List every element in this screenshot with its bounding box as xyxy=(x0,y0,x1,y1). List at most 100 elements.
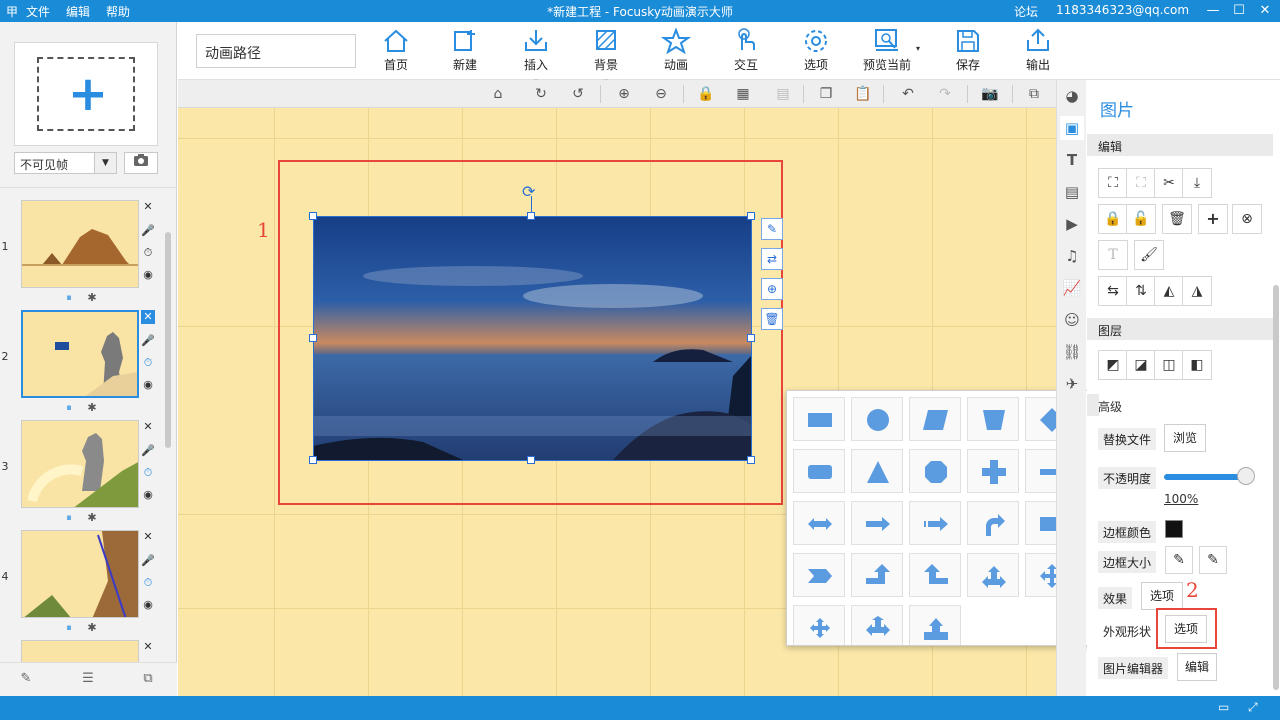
delete-icon[interactable]: 🗑 xyxy=(761,308,783,330)
resize-handle[interactable] xyxy=(747,456,755,464)
shape-parallelogram-option[interactable] xyxy=(909,397,961,441)
frame-item[interactable]: 4 ✕ 🎤 ⏱ ◉ ⏸ ✱ xyxy=(0,530,160,640)
text-icon[interactable]: T xyxy=(1060,148,1084,172)
shape-left-right-up-arrow-option[interactable] xyxy=(851,605,903,645)
chevron-down-icon[interactable]: ▼ xyxy=(94,153,116,173)
close-icon[interactable]: ✕ xyxy=(141,420,155,434)
pause-icon[interactable]: ⏸ xyxy=(62,511,76,525)
music-icon[interactable]: ♫ xyxy=(1060,244,1084,268)
fullscreen-icon[interactable]: ⤢ xyxy=(1248,700,1258,715)
panel-scrollbar[interactable] xyxy=(1273,285,1279,690)
lock-icon[interactable]: 🔒 xyxy=(1098,204,1128,234)
selected-image[interactable] xyxy=(313,216,751,460)
add-icon[interactable]: + xyxy=(1198,204,1228,234)
shape-rectangle-option[interactable] xyxy=(793,397,845,441)
card-icon[interactable]: ▤ xyxy=(1060,180,1084,204)
gear-icon[interactable]: ✱ xyxy=(85,511,99,525)
shape-bent-left-arrow-option[interactable] xyxy=(909,553,961,597)
microphone-icon[interactable]: 🎤 xyxy=(141,334,155,348)
format-brush-icon[interactable]: 🖌 xyxy=(1134,240,1164,270)
bring-to-front-icon[interactable]: ◩ xyxy=(1098,350,1128,380)
link-icon[interactable]: ⛓ xyxy=(1060,340,1084,364)
crop-icon[interactable]: ⛶ xyxy=(1098,168,1128,198)
effect-options-button[interactable]: 选项 xyxy=(1141,582,1183,610)
eye-icon[interactable]: ◉ xyxy=(141,598,155,612)
shape-bent-up-arrow-option[interactable] xyxy=(851,553,903,597)
browse-button[interactable]: 浏览 xyxy=(1164,424,1206,452)
rotate-handle-icon[interactable]: ⟳ xyxy=(522,182,535,201)
delete-icon[interactable]: 🗑 xyxy=(1162,204,1192,234)
send-backward-icon[interactable]: ◫ xyxy=(1154,350,1184,380)
resize-handle[interactable] xyxy=(309,212,317,220)
resize-handle[interactable] xyxy=(747,334,755,342)
zoom-out-icon[interactable]: ⊖ xyxy=(651,85,671,103)
replace-image-icon[interactable]: ⇄ xyxy=(761,248,783,270)
undo-icon[interactable]: ↶ xyxy=(898,85,918,103)
timer-icon[interactable]: ⏱ xyxy=(141,466,155,480)
timer-icon[interactable]: ⏱ xyxy=(141,356,155,370)
image-icon[interactable]: ▣ xyxy=(1060,116,1084,140)
window-mode-icon[interactable]: ⧉ xyxy=(1024,85,1044,103)
frame-thumbnail[interactable] xyxy=(21,310,139,398)
frame-visibility-select[interactable]: 不可见帧 ▼ xyxy=(14,152,117,174)
shape-up-arrow-callout-option[interactable] xyxy=(909,605,961,645)
export-button[interactable]: 输出 xyxy=(1010,26,1066,76)
screenshot-icon[interactable]: 📷 xyxy=(980,85,1000,103)
background-button[interactable]: 背景▾ xyxy=(578,26,634,86)
preview-dropdown-icon[interactable]: ▾ xyxy=(916,44,920,53)
redo-icon[interactable]: ↷ xyxy=(935,85,955,103)
resize-handle[interactable] xyxy=(309,334,317,342)
frame-list-icon[interactable]: ☰ xyxy=(78,671,98,689)
rotate-left-icon[interactable]: ↺ xyxy=(568,85,588,103)
shape-arrow-right-bold-option[interactable] xyxy=(851,501,903,545)
microphone-icon[interactable]: 🎤 xyxy=(141,554,155,568)
account-link[interactable]: 1183346323@qq.com xyxy=(1056,3,1189,17)
airplane-icon[interactable]: ✈ xyxy=(1060,372,1084,396)
shape-trapezoid-option[interactable] xyxy=(967,397,1019,441)
shape-two-way-up-arrow-option[interactable] xyxy=(967,553,1019,597)
insert-button[interactable]: 插入▾ xyxy=(508,26,564,86)
paste-icon[interactable]: 📋 xyxy=(853,85,873,103)
border-size-decrease-icon[interactable]: ✎ xyxy=(1165,546,1193,574)
close-icon[interactable]: ✕ xyxy=(141,310,155,324)
gear-icon[interactable]: ✱ xyxy=(85,401,99,415)
preview-current-button[interactable]: 预览当前 xyxy=(854,26,920,76)
unlock-icon[interactable]: 🔓 xyxy=(1126,204,1156,234)
eye-icon[interactable]: ◉ xyxy=(141,488,155,502)
opacity-slider-handle[interactable] xyxy=(1237,467,1255,485)
crop-fit-icon[interactable]: ⛶ xyxy=(1126,168,1156,198)
video-icon[interactable]: ▶ xyxy=(1060,212,1084,236)
timer-icon[interactable]: ⏱ xyxy=(141,246,155,260)
forum-link[interactable]: 论坛 xyxy=(1014,3,1038,20)
edit-frame-icon[interactable]: ✎ xyxy=(16,671,36,689)
options-button[interactable]: 选项 xyxy=(788,26,844,76)
scrollbar-thumb[interactable] xyxy=(165,232,171,448)
bring-forward-icon[interactable]: ◪ xyxy=(1126,350,1156,380)
frame-list-scrollbar[interactable] xyxy=(164,208,172,668)
flip-vertical-icon[interactable]: ⇅ xyxy=(1126,276,1156,306)
grid-icon[interactable]: ▦ xyxy=(733,85,753,103)
rotate-right-icon[interactable]: ↻ xyxy=(531,85,551,103)
send-to-back-icon[interactable]: ◧ xyxy=(1182,350,1212,380)
shape-octagon-option[interactable] xyxy=(909,449,961,493)
lock-icon[interactable]: 🔒 xyxy=(696,85,716,103)
frame-item[interactable]: 1 ✕ 🎤 ⏱ ◉ ⏸ ✱ xyxy=(0,200,160,310)
mirror-left-icon[interactable]: ◭ xyxy=(1154,276,1184,306)
image-editor-button[interactable]: 编辑 xyxy=(1177,653,1217,681)
shape-rounded-rectangle-option[interactable] xyxy=(793,449,845,493)
border-color-swatch[interactable] xyxy=(1165,520,1183,538)
home-view-icon[interactable]: ⌂ xyxy=(488,85,508,103)
path-name-input[interactable]: 动画路径 xyxy=(196,34,356,68)
close-icon[interactable]: ✕ xyxy=(141,640,155,654)
camera-button[interactable] xyxy=(124,152,158,174)
microphone-icon[interactable]: 🎤 xyxy=(141,224,155,238)
opacity-slider[interactable] xyxy=(1164,474,1246,480)
resize-handle[interactable] xyxy=(747,212,755,220)
shape-chevron-option[interactable] xyxy=(793,553,845,597)
save-button[interactable]: 保存 xyxy=(940,26,996,76)
shape-double-arrow-option[interactable] xyxy=(793,501,845,545)
resize-handle[interactable] xyxy=(527,212,535,220)
people-icon[interactable]: ☺ xyxy=(1060,308,1084,332)
frame-layout-icon[interactable]: ⧉ xyxy=(138,671,158,689)
frame-thumbnail[interactable] xyxy=(21,640,139,663)
